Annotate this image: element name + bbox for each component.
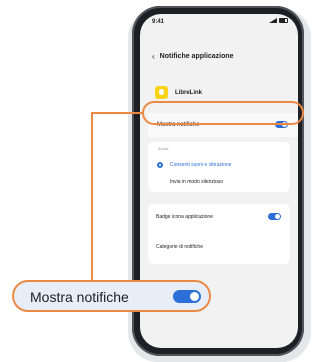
badge-toggle[interactable] xyxy=(268,213,281,220)
status-icons xyxy=(269,18,288,23)
status-bar: 9:41 xyxy=(140,14,298,30)
librelink-app-icon xyxy=(155,86,168,99)
section-label: Avvisi xyxy=(158,146,169,151)
battery-icon xyxy=(279,18,288,23)
signal-icon xyxy=(269,18,277,23)
connector-line-vertical xyxy=(91,112,93,280)
callout-toggle[interactable] xyxy=(173,290,201,303)
app-name: LibreLink xyxy=(175,89,203,96)
back-arrow-icon[interactable]: ‹ xyxy=(152,52,155,61)
app-info: LibreLink xyxy=(155,86,202,99)
screen-header: ‹ Notifiche applicazione xyxy=(152,52,234,61)
alert-options-card: Avvisi Consenti suoni e vibrazione Invia… xyxy=(148,142,290,192)
highlight-outline xyxy=(142,101,304,125)
badge-label: Badge icona applicazione xyxy=(156,214,213,220)
other-settings-card: Badge icona applicazione Categorie di no… xyxy=(148,204,290,264)
status-time: 9:41 xyxy=(152,19,165,25)
option-sound-vibration[interactable]: Consenti suoni e vibrazione xyxy=(170,162,231,168)
page-title: Notifiche applicazione xyxy=(159,53,234,60)
connector-line-horizontal xyxy=(91,112,142,114)
callout-box: Mostra notifiche xyxy=(12,280,211,312)
option-silent[interactable]: Invia in modo silenzioso xyxy=(170,179,223,185)
radio-sound-vibration[interactable] xyxy=(157,162,163,168)
categories-label[interactable]: Categorie di notifiche xyxy=(156,244,203,250)
callout-label: Mostra notifiche xyxy=(30,289,129,305)
